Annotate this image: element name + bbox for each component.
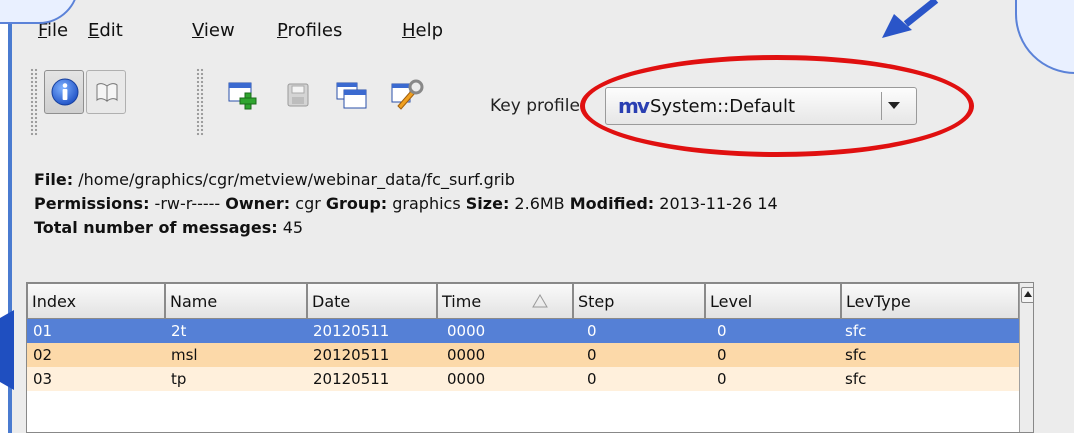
cell-time: 0000 bbox=[447, 346, 486, 364]
highlight-ellipse bbox=[580, 55, 974, 157]
menu-edit[interactable]: Edit bbox=[88, 20, 123, 41]
cell-step: 0 bbox=[587, 322, 597, 340]
cell-levtype: sfc bbox=[845, 346, 867, 364]
file-path-line: File: /home/graphics/cgr/metview/webinar… bbox=[34, 170, 515, 189]
side-panel bbox=[1042, 282, 1072, 433]
open-book-icon bbox=[96, 83, 118, 102]
settings-wrench-icon[interactable] bbox=[390, 78, 424, 110]
table-row[interactable]: 03 tp 20120511 0000 0 0 sfc bbox=[27, 367, 1019, 391]
windows-icon[interactable] bbox=[336, 82, 368, 110]
info-icon bbox=[51, 78, 79, 106]
message-table[interactable]: Index Name Date Time Step Level LevType … bbox=[26, 282, 1034, 433]
callout-arrow-left bbox=[0, 310, 14, 390]
table-row[interactable]: 01 2t 20120511 0000 0 0 sfc bbox=[27, 319, 1019, 343]
cell-name: tp bbox=[171, 370, 187, 388]
column-header-step[interactable]: Step bbox=[573, 283, 705, 319]
cell-step: 0 bbox=[587, 370, 597, 388]
cell-levtype: sfc bbox=[845, 370, 867, 388]
column-header-date[interactable]: Date bbox=[307, 283, 437, 319]
cell-name: 2t bbox=[171, 322, 187, 340]
file-info: File: /home/graphics/cgr/metview/webinar… bbox=[34, 168, 778, 240]
cell-level: 0 bbox=[717, 346, 727, 364]
cell-level: 0 bbox=[717, 322, 727, 340]
cell-levtype: sfc bbox=[845, 322, 867, 340]
scroll-up-icon[interactable] bbox=[1021, 287, 1033, 303]
column-header-level[interactable]: Level bbox=[705, 283, 841, 319]
menu-help[interactable]: Help bbox=[402, 20, 443, 41]
toolbar-grip-2[interactable] bbox=[196, 68, 204, 136]
cell-date: 20120511 bbox=[313, 322, 390, 340]
cell-index: 03 bbox=[33, 370, 53, 388]
column-header-levtype[interactable]: LevType bbox=[841, 283, 1019, 319]
cell-name: msl bbox=[171, 346, 198, 364]
menu-profiles[interactable]: Profiles bbox=[277, 20, 342, 41]
cell-time: 0000 bbox=[447, 322, 486, 340]
column-header-time-label: Time bbox=[442, 292, 482, 311]
book-toggle-button[interactable] bbox=[86, 70, 126, 114]
cell-date: 20120511 bbox=[313, 346, 390, 364]
grib-examiner-window: File Edit View Profiles Help Key profile… bbox=[8, 0, 1074, 433]
cell-index: 01 bbox=[33, 322, 53, 340]
cell-step: 0 bbox=[587, 346, 597, 364]
permissions-line: Permissions: -rw-r----- Owner: cgr Group… bbox=[34, 194, 778, 213]
message-count-line: Total number of messages: 45 bbox=[34, 218, 304, 237]
cell-date: 20120511 bbox=[313, 370, 390, 388]
new-window-icon[interactable] bbox=[228, 80, 260, 110]
column-header-time[interactable]: Time bbox=[437, 283, 573, 319]
toolbar-grip[interactable] bbox=[30, 68, 38, 136]
menu-view[interactable]: View bbox=[192, 20, 235, 41]
cell-time: 0000 bbox=[447, 370, 486, 388]
save-icon bbox=[287, 83, 309, 107]
cell-index: 02 bbox=[33, 346, 53, 364]
vertical-scrollbar[interactable] bbox=[1019, 283, 1033, 432]
info-toggle-button[interactable] bbox=[44, 70, 84, 114]
table-row[interactable]: 02 msl 20120511 0000 0 0 sfc bbox=[27, 343, 1019, 367]
callout-arrow-icon bbox=[882, 0, 939, 38]
column-header-name[interactable]: Name bbox=[165, 283, 307, 319]
sort-ascending-icon bbox=[532, 294, 548, 308]
key-profile-label: Key profile: bbox=[490, 96, 586, 116]
column-header-index[interactable]: Index bbox=[27, 283, 165, 319]
cell-level: 0 bbox=[717, 370, 727, 388]
